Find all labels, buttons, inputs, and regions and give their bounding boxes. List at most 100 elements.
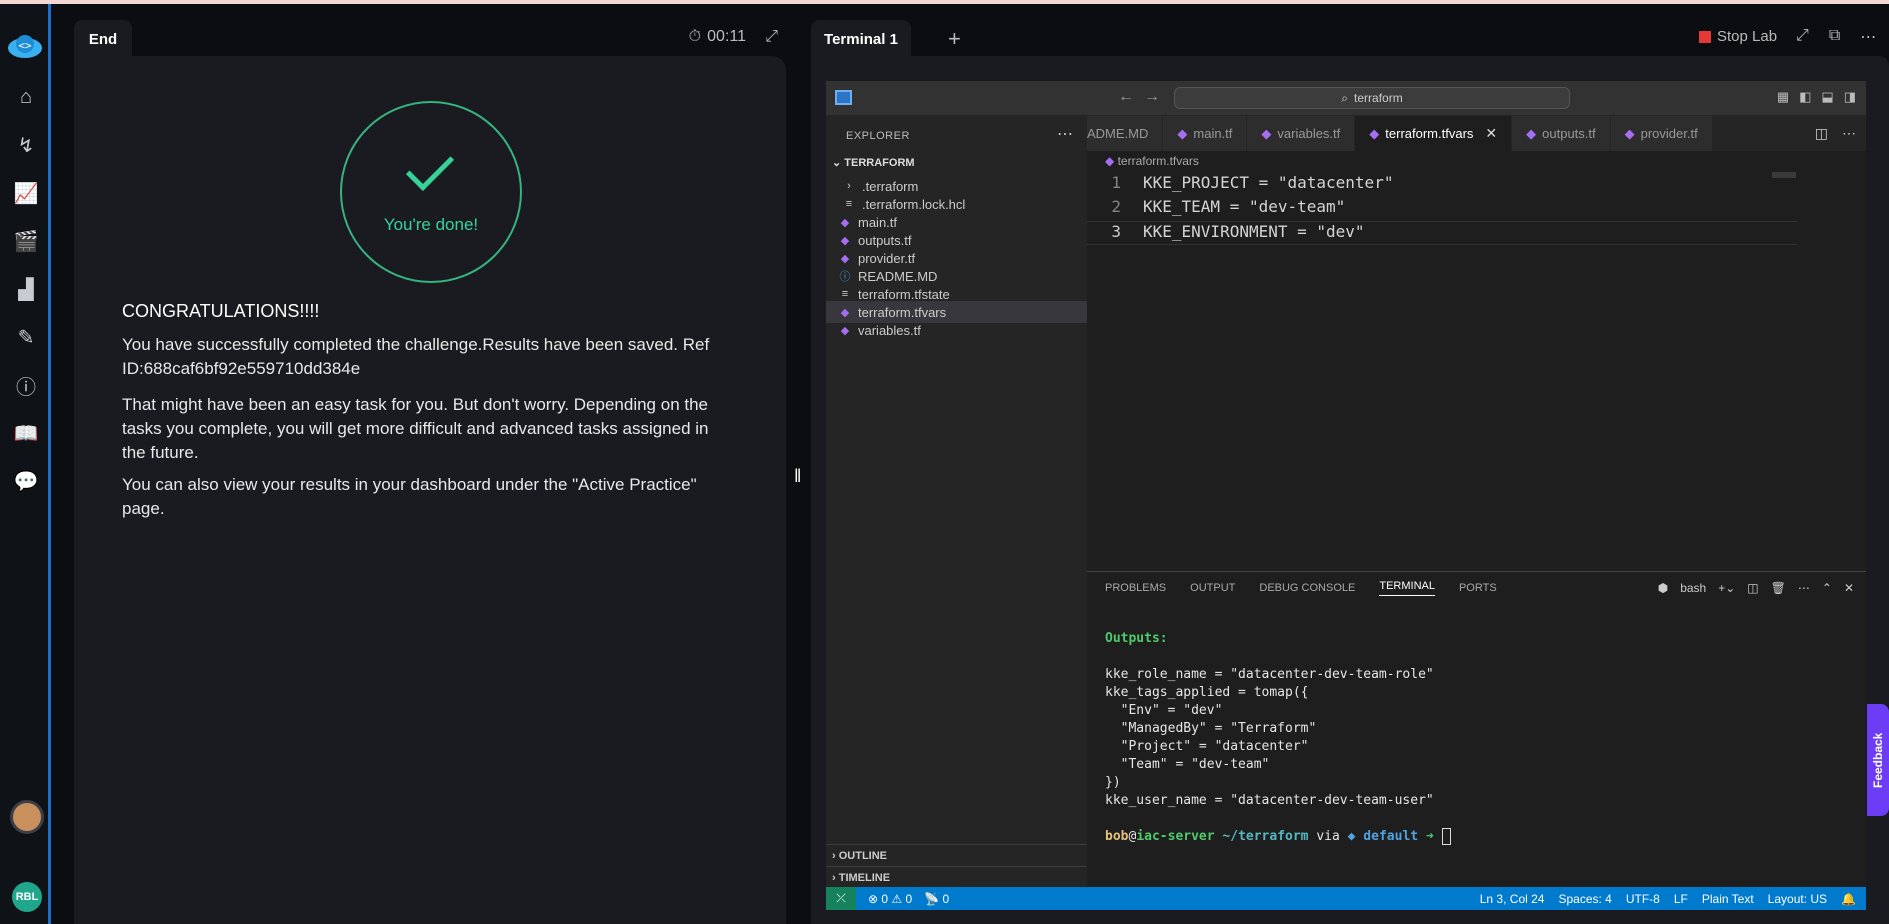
split-terminal-icon[interactable]: ◫ [1747, 581, 1758, 595]
tree-item-label: outputs.tf [858, 232, 912, 248]
toggle-sidebar-icon[interactable]: ◧ [1799, 89, 1811, 105]
terraform-icon: ◆ [840, 252, 850, 265]
prompt-via: via [1308, 829, 1348, 844]
close-panel-icon[interactable]: ✕ [1844, 581, 1854, 595]
more-icon[interactable]: ⋯ [1860, 27, 1876, 47]
editor-actions: ◫ ⋯ [1814, 125, 1856, 142]
app-logo-icon[interactable]: <> [5, 32, 45, 60]
prompt-user: bob [1105, 829, 1129, 844]
tab-terminal[interactable]: TERMINAL [1379, 580, 1435, 596]
breadcrumb[interactable]: ◆ terraform.tfvars [1105, 154, 1199, 168]
tree-item-variables-tf[interactable]: ◆ variables.tf [826, 319, 1087, 341]
cursor-position[interactable]: Ln 3, Col 24 [1480, 892, 1545, 906]
problems-status[interactable]: ⊗ 0 ⚠ 0 [868, 892, 912, 906]
tab-debug-console[interactable]: DEBUG CONSOLE [1259, 582, 1355, 594]
remote-icon[interactable]: ⤫ [826, 887, 856, 910]
info-icon[interactable]: ⓘ [13, 372, 39, 399]
tab-ports[interactable]: PORTS [1459, 582, 1497, 594]
shell-name[interactable]: bash [1680, 581, 1706, 595]
expand-icon[interactable]: ⤢ [1796, 27, 1809, 47]
terraform-icon: ◆ [840, 324, 850, 337]
terminal-line: }) [1105, 775, 1121, 790]
trash-icon[interactable]: 🗑 [1771, 581, 1786, 595]
customize-layout-icon[interactable]: ▦ [1777, 89, 1789, 105]
keyboard-layout[interactable]: Layout: US [1768, 892, 1827, 906]
stop-lab-button[interactable]: Stop Lab [1699, 28, 1777, 45]
tab-main-tf[interactable]: ◆ main.tf [1163, 116, 1248, 151]
tab-outputs-tf[interactable]: ◆ outputs.tf [1512, 116, 1611, 151]
tree-item-label: variables.tf [858, 322, 921, 338]
nav-arrows[interactable]: ←→ [1118, 88, 1170, 106]
workspace-root-label: TERRAFORM [844, 157, 915, 169]
toggle-panel-icon[interactable]: ⬓ [1821, 89, 1833, 105]
tab-output[interactable]: OUTPUT [1190, 582, 1235, 594]
new-terminal-icon[interactable]: +⌄ [1718, 581, 1735, 595]
eol[interactable]: LF [1674, 892, 1688, 906]
notifications-icon[interactable]: 🔔 [1841, 892, 1856, 906]
notes-icon[interactable]: ✎ [13, 324, 39, 350]
left-nav-rail: <> ⌂ ↯ 📈 🎬 ▟ ✎ ⓘ 📖 💬 RBL [0, 4, 51, 924]
terminal-prompt: bob@iac-server ~/terraform via ◆ default… [1105, 828, 1845, 846]
terminal-line: "ManagedBy" = "Terraform" [1105, 721, 1317, 736]
file-lines-icon: ≡ [841, 288, 849, 300]
code-line-current[interactable]: 3 KKE_ENVIRONMENT = "dev" [1087, 221, 1797, 245]
terraform-icon: ◆ [840, 216, 850, 229]
code-line[interactable]: 2 KKE_TEAM = "dev-team" [1087, 197, 1787, 221]
terminal-output[interactable]: Outputs: kke_role_name = "datacenter-dev… [1105, 630, 1845, 846]
home-icon[interactable]: ⌂ [13, 84, 39, 110]
chevron-right-icon: › [847, 180, 851, 192]
encoding[interactable]: UTF-8 [1626, 892, 1660, 906]
tab-readme[interactable]: ADME.MD [1087, 116, 1164, 151]
cursor [1441, 828, 1452, 845]
port-count: 0 [942, 891, 950, 906]
more-icon[interactable]: ⋯ [1057, 124, 1073, 144]
bottom-panel: PROBLEMS OUTPUT DEBUG CONSOLE TERMINAL P… [1087, 571, 1866, 887]
workspace-root[interactable]: ⌄ TERRAFORM [832, 156, 915, 169]
end-panel: End ⏱ 00:11 ⤢ You're done! CONGRATULATION… [74, 20, 786, 924]
layout-controls: ▦ ◧ ⬓ ◨ [1777, 89, 1856, 105]
language-mode[interactable]: Plain Text [1702, 892, 1754, 906]
timeline-section[interactable]: › TIMELINE [826, 866, 1087, 888]
podium-icon[interactable]: ▟ [13, 276, 39, 302]
outline-section[interactable]: › OUTLINE [826, 844, 1087, 866]
more-icon[interactable]: ⋯ [1842, 125, 1856, 142]
chat-icon[interactable]: 💬 [13, 468, 39, 494]
ports-status[interactable]: 📡 0 [924, 892, 949, 906]
tab-provider-tf[interactable]: ◆ provider.tf [1610, 116, 1713, 151]
chart-icon[interactable]: 📈 [13, 180, 39, 206]
tab-end[interactable]: End [74, 20, 132, 58]
feedback-button[interactable]: Feedback [1867, 704, 1889, 816]
minimap[interactable] [1772, 172, 1796, 178]
tab-terminal-1[interactable]: Terminal 1 [811, 20, 911, 58]
indentation[interactable]: Spaces: 4 [1558, 892, 1611, 906]
end-panel-body: You're done! CONGRATULATIONS!!!! You hav… [74, 56, 786, 924]
vscode-menu-icon[interactable] [835, 90, 852, 105]
terminal-line: kke_tags_applied = tomap({ [1105, 685, 1309, 700]
code-line[interactable]: 1 KKE_PROJECT = "datacenter" [1087, 173, 1787, 197]
avatar[interactable] [10, 800, 44, 834]
info-icon: ⓘ [839, 271, 851, 283]
expand-icon[interactable]: ⤢ [765, 28, 778, 46]
open-external-icon[interactable]: ⧉ [1829, 27, 1840, 47]
prompt-arrow: ➜ [1418, 829, 1442, 844]
outputs-header: Outputs: [1105, 631, 1168, 646]
outline-label: OUTLINE [838, 849, 888, 862]
tab-terraform-tfvars[interactable]: ◆ terraform.tfvars ✕ [1355, 116, 1513, 151]
book-icon[interactable]: 📖 [13, 420, 39, 446]
command-center-search[interactable]: ⌕ terraform [1174, 87, 1570, 109]
add-tab-button[interactable]: + [948, 26, 961, 52]
user-initials-badge[interactable]: RBL [12, 882, 42, 912]
timer-value: 00:11 [707, 28, 746, 45]
more-icon[interactable]: ⋯ [1798, 581, 1810, 595]
maximize-panel-icon[interactable]: ⌃ [1822, 581, 1832, 595]
route-icon[interactable]: ↯ [13, 132, 39, 158]
panel-resize-handle[interactable]: ‖ [794, 466, 801, 487]
tab-problems[interactable]: PROBLEMS [1105, 582, 1166, 594]
vscode-window: ←→ ⌕ terraform ▦ ◧ ⬓ ◨ EXPLORER ⋯ ⌄ TERRA… [826, 81, 1866, 910]
split-editor-icon[interactable]: ◫ [1815, 125, 1828, 142]
close-icon[interactable]: ✕ [1485, 125, 1497, 142]
file-lines-icon: ≡ [845, 198, 853, 210]
clapper-icon[interactable]: 🎬 [13, 228, 39, 254]
toggle-secondary-sidebar-icon[interactable]: ◨ [1844, 89, 1856, 105]
tab-variables-tf[interactable]: ◆ variables.tf [1247, 116, 1356, 151]
